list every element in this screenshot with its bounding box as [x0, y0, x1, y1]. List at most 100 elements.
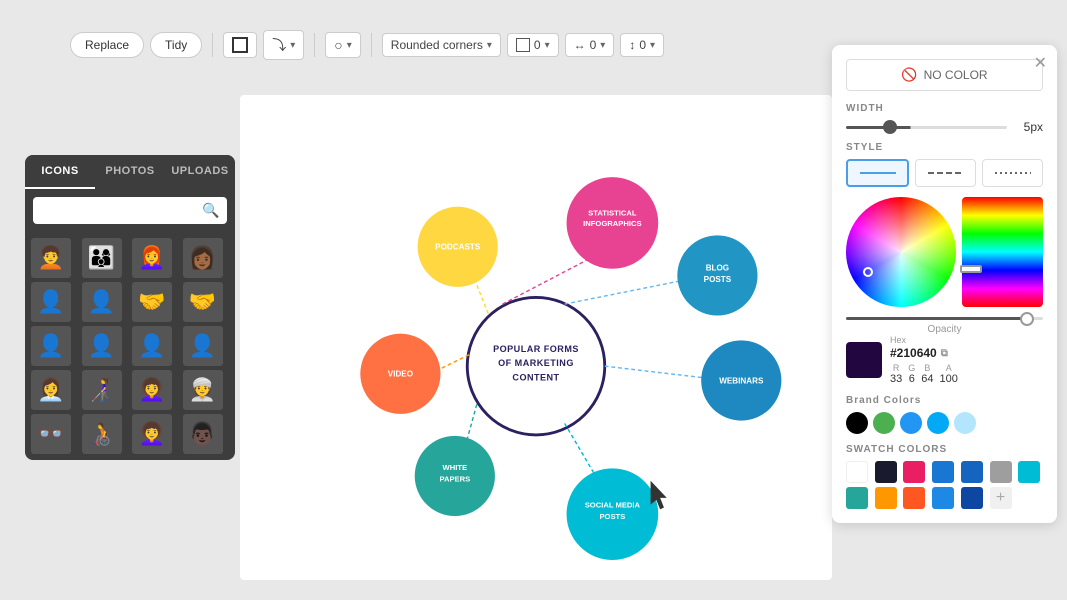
- swatch-color[interactable]: [932, 461, 954, 483]
- brand-color-swatch[interactable]: [927, 412, 949, 434]
- border-button[interactable]: 0 ▾: [507, 33, 559, 57]
- svg-text:PAPERS: PAPERS: [439, 475, 470, 484]
- icon-cell[interactable]: 👤: [31, 282, 71, 322]
- separator2: [314, 33, 315, 57]
- right-panel: ✕ 🚫 NO COLOR WIDTH 5px STYLE Opacity: [832, 45, 1057, 523]
- swatch-color[interactable]: [961, 461, 983, 483]
- color-swatch-large[interactable]: [846, 342, 882, 378]
- separator3: [371, 33, 372, 57]
- opacity-label: Opacity: [846, 324, 1043, 335]
- icon-cell[interactable]: 👤: [31, 326, 71, 366]
- search-bar[interactable]: 🔍: [33, 197, 227, 224]
- rounded-corners-button[interactable]: Rounded corners ▾: [382, 33, 501, 57]
- no-color-icon: 🚫: [901, 67, 917, 83]
- icon-cell[interactable]: 🤝: [132, 282, 172, 322]
- brand-colors-label: Brand Colors: [846, 395, 1043, 406]
- icon-cell[interactable]: 👨‍👩‍👦: [82, 238, 122, 278]
- svg-text:POSTS: POSTS: [704, 275, 732, 284]
- swatch-color[interactable]: [932, 487, 954, 509]
- icon-cell[interactable]: 👩‍🦱: [132, 370, 172, 410]
- icon-cell[interactable]: 👤: [82, 326, 122, 366]
- color-wheel[interactable]: [846, 197, 956, 307]
- brand-color-swatch[interactable]: [846, 412, 868, 434]
- chevron-down-icon5: ▾: [600, 40, 605, 51]
- mindmap-svg: POPULAR FORMS OF MARKETING CONTENT STATI…: [240, 95, 832, 580]
- icon-cell[interactable]: 🧑‍🦽: [82, 414, 122, 454]
- swatch-colors-label: SWATCH COLORS: [846, 444, 1043, 455]
- opacity-slider[interactable]: [846, 317, 1043, 320]
- copy-icon[interactable]: ⧉: [941, 348, 948, 359]
- svg-text:POSTS: POSTS: [599, 512, 625, 521]
- hex-label: Hex: [890, 335, 1043, 345]
- rgb-r: R 33: [890, 363, 902, 385]
- icons-grid: 🧑‍🦱👨‍👩‍👦👩‍🦰👩🏾👤👤🤝🤝👤👤👤👤👩‍💼👩‍🦯👩‍🦱👳👓🧑‍🦽👩‍🦱👨🏿: [25, 232, 235, 460]
- connector-button[interactable]: ⤵ ▾: [263, 30, 304, 60]
- shape-square-button[interactable]: [223, 32, 257, 58]
- canvas[interactable]: POPULAR FORMS OF MARKETING CONTENT STATI…: [240, 95, 832, 580]
- swatch-color[interactable]: [846, 461, 868, 483]
- circle-button[interactable]: ○ ▾: [325, 32, 361, 58]
- icon-cell[interactable]: 👳: [183, 370, 223, 410]
- chevron-down-icon6: ▾: [650, 40, 655, 51]
- swatch-color[interactable]: [903, 487, 925, 509]
- brand-color-swatch[interactable]: [873, 412, 895, 434]
- hue-bar[interactable]: [962, 197, 1043, 307]
- swatch-color[interactable]: [903, 461, 925, 483]
- replace-button[interactable]: Replace: [70, 32, 144, 58]
- icon-cell[interactable]: 👩🏾: [183, 238, 223, 278]
- separator: [212, 33, 213, 57]
- style-solid[interactable]: [846, 159, 909, 187]
- height-icon: ↕: [629, 38, 635, 52]
- swatch-color[interactable]: [846, 487, 868, 509]
- swatch-color[interactable]: [1018, 461, 1040, 483]
- close-button[interactable]: ✕: [1034, 53, 1047, 73]
- icon-cell[interactable]: 👩‍💼: [31, 370, 71, 410]
- icon-cell[interactable]: 👨🏿: [183, 414, 223, 454]
- tidy-button[interactable]: Tidy: [150, 32, 202, 58]
- icon-cell[interactable]: 👩‍🦯: [82, 370, 122, 410]
- chevron-down-icon4: ▾: [545, 40, 550, 51]
- svg-text:STATISTICAL: STATISTICAL: [588, 208, 637, 217]
- swatch-color[interactable]: [990, 461, 1012, 483]
- no-color-button[interactable]: 🚫 NO COLOR: [846, 59, 1043, 91]
- svg-text:CONTENT: CONTENT: [512, 372, 559, 382]
- tab-icons[interactable]: ICONS: [25, 155, 95, 189]
- search-input[interactable]: [41, 204, 196, 218]
- color-wheel-container[interactable]: [846, 197, 1043, 307]
- hue-cursor: [960, 265, 982, 273]
- style-dashed[interactable]: [915, 159, 976, 187]
- border-icon: [516, 38, 530, 52]
- width-button[interactable]: ↔ 0 ▾: [565, 33, 615, 57]
- icon-cell[interactable]: 🧑‍🦱: [31, 238, 71, 278]
- brand-color-swatch[interactable]: [954, 412, 976, 434]
- swatch-color[interactable]: [961, 487, 983, 509]
- swatch-color[interactable]: [875, 487, 897, 509]
- chevron-down-icon: ▾: [290, 40, 295, 51]
- tab-uploads[interactable]: UPLOADS: [165, 155, 235, 189]
- swatch-color[interactable]: [875, 461, 897, 483]
- icon-cell[interactable]: 👤: [183, 326, 223, 366]
- connector-icon: ⤵: [272, 35, 286, 55]
- tab-photos[interactable]: PHOTOS: [95, 155, 165, 189]
- svg-text:POPULAR FORMS: POPULAR FORMS: [493, 344, 579, 354]
- chevron-down-icon3: ▾: [487, 40, 492, 51]
- width-icon: ↔: [574, 38, 586, 52]
- icon-cell[interactable]: 👤: [82, 282, 122, 322]
- svg-text:WHITE: WHITE: [443, 463, 468, 472]
- icon-cell[interactable]: 👤: [132, 326, 172, 366]
- icon-cell[interactable]: 👩‍🦱: [132, 414, 172, 454]
- svg-text:OF MARKETING: OF MARKETING: [498, 358, 574, 368]
- add-swatch-button[interactable]: +: [990, 487, 1012, 509]
- height-button[interactable]: ↕ 0 ▾: [620, 33, 664, 57]
- icon-cell[interactable]: 👩‍🦰: [132, 238, 172, 278]
- style-label: STYLE: [846, 142, 1043, 153]
- brand-color-swatch[interactable]: [900, 412, 922, 434]
- rgb-row: R 33 G 6 B 64 A 100: [890, 363, 1043, 385]
- width-slider[interactable]: [846, 126, 1007, 129]
- icon-cell[interactable]: 🤝: [183, 282, 223, 322]
- hex-group: Hex #210640 ⧉ R 33 G 6 B 64 A: [890, 335, 1043, 385]
- icon-cell[interactable]: 👓: [31, 414, 71, 454]
- rgb-a: A 100: [940, 363, 958, 385]
- square-icon: [232, 37, 248, 53]
- style-dotted[interactable]: [982, 159, 1043, 187]
